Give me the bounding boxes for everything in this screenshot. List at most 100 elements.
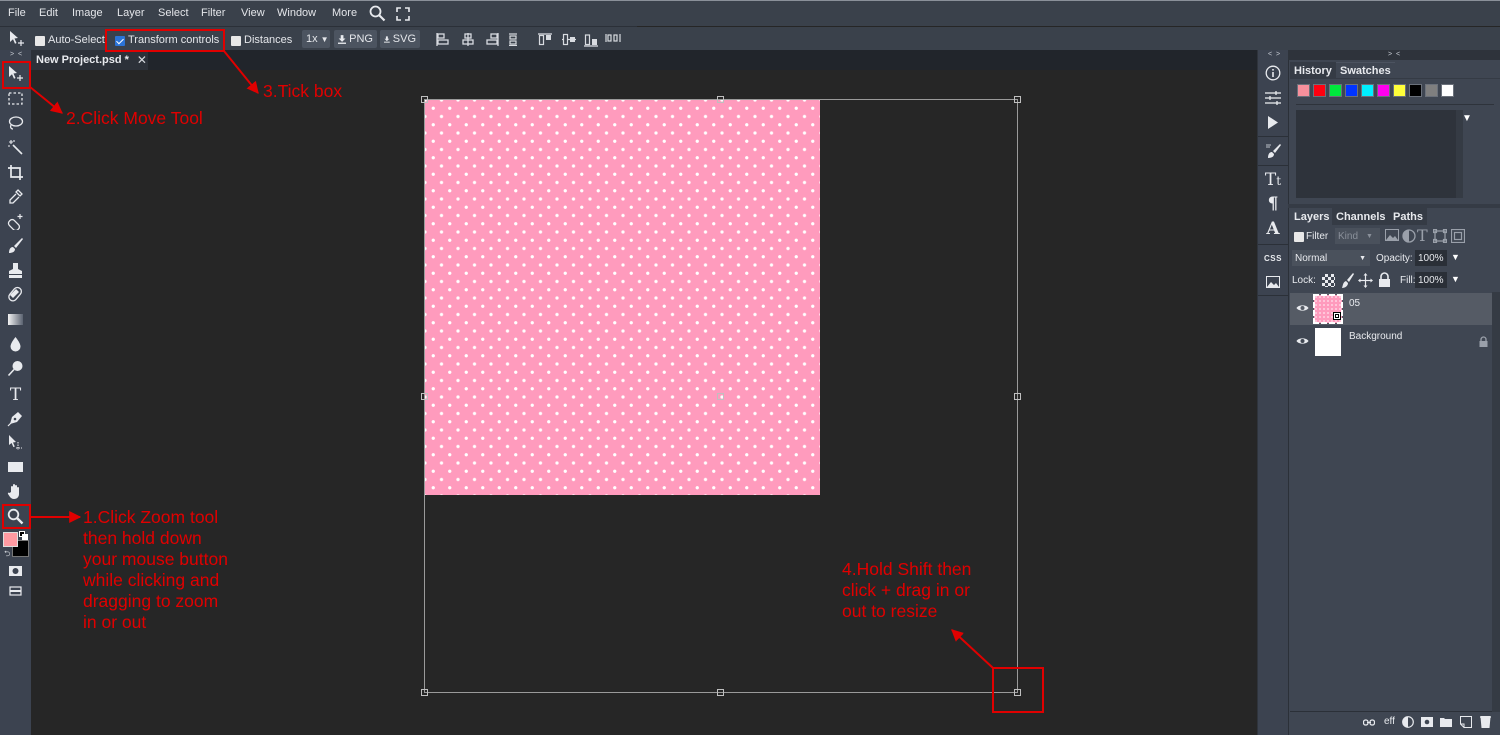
lock-icon	[1479, 336, 1488, 350]
kind-dropdown[interactable]: Kind ▼	[1335, 228, 1380, 244]
annotation-step-2: 2.Click Move Tool	[66, 108, 203, 128]
right-panel-header: > <	[1288, 50, 1500, 60]
opacity-input[interactable]: 100%	[1415, 250, 1447, 266]
new-layer-icon[interactable]	[1460, 716, 1472, 731]
swatch[interactable]	[1377, 84, 1390, 97]
filter-label: Filter	[1306, 231, 1329, 242]
opacity-value: 100%	[1418, 252, 1444, 264]
separator	[1258, 295, 1288, 296]
separator	[1258, 165, 1288, 166]
css-icon[interactable]: CSS	[1258, 246, 1288, 270]
filter-shape-icon[interactable]	[1432, 228, 1448, 246]
swatch[interactable]	[1329, 84, 1342, 97]
separator	[1258, 244, 1288, 245]
layer-name: 05	[1349, 298, 1361, 309]
divider	[1290, 711, 1492, 712]
folder-icon[interactable]	[1440, 717, 1452, 730]
chevron-down-icon: ▼	[1359, 254, 1366, 262]
actions-play-icon[interactable]	[1258, 110, 1288, 134]
filter-text-icon[interactable]: T	[1417, 226, 1428, 245]
filter-image-icon[interactable]	[1385, 229, 1399, 244]
swatch[interactable]	[1441, 84, 1454, 97]
transform-handle-top[interactable]	[717, 96, 724, 103]
layers-scrollbar[interactable]	[1492, 292, 1500, 712]
glyphs-icon[interactable]: A	[1258, 217, 1288, 241]
separator	[1258, 136, 1288, 137]
lock-label: Lock:	[1292, 275, 1316, 286]
layer-row[interactable]: Background	[1290, 326, 1492, 358]
fill-label: Fill:	[1400, 275, 1416, 286]
filter-adjustment-icon[interactable]	[1402, 229, 1416, 246]
swatch[interactable]	[1345, 84, 1358, 97]
annotation-step-4: 4.Hold Shift then click + drag in or out…	[842, 559, 971, 622]
fill-input[interactable]: 100%	[1415, 272, 1447, 288]
annotation-line: then hold down	[83, 528, 202, 548]
collapse-toggle-icon[interactable]: > <	[1388, 51, 1401, 58]
annotation-line: in or out	[83, 612, 147, 632]
eye-icon[interactable]	[1296, 336, 1309, 349]
transform-handle-center[interactable]	[717, 393, 724, 400]
kind-placeholder: Kind	[1338, 230, 1359, 242]
transform-handle-top-left[interactable]	[421, 96, 428, 103]
filter-checkbox[interactable]	[1294, 232, 1304, 242]
swatch[interactable]	[1393, 84, 1406, 97]
transform-handle-bottom[interactable]	[717, 689, 724, 696]
panel-icon-column: < > Tt ¶ A CSS	[1257, 50, 1288, 735]
transform-handle-left[interactable]	[421, 393, 428, 400]
adjustment-layer-icon[interactable]	[1402, 716, 1414, 731]
panel-menu-icon[interactable]: ▼	[1462, 113, 1472, 124]
character-icon[interactable]: Tt	[1258, 168, 1288, 192]
transform-handle-top-right[interactable]	[1014, 96, 1021, 103]
transform-handle-bottom-right[interactable]	[1014, 689, 1021, 696]
brush-settings-icon[interactable]	[1258, 139, 1288, 163]
tab-channels[interactable]: Channels	[1332, 208, 1390, 225]
smart-object-badge-icon	[1333, 312, 1341, 320]
info-icon[interactable]	[1258, 61, 1288, 85]
expand-toggle-icon[interactable]: < >	[1268, 51, 1281, 58]
layer-thumbnail	[1315, 328, 1341, 356]
swatch[interactable]	[1409, 84, 1422, 97]
divider	[1296, 104, 1494, 105]
annotation-line: 1.Click Zoom tool	[83, 507, 219, 527]
lock-paint-icon[interactable]	[1341, 273, 1354, 291]
filter-smart-object-icon[interactable]	[1450, 228, 1466, 246]
adjustments-icon[interactable]	[1258, 86, 1288, 110]
fill-value: 100%	[1418, 274, 1444, 286]
chevron-down-icon: ▼	[1366, 232, 1373, 240]
swatch[interactable]	[1361, 84, 1374, 97]
transform-handle-right[interactable]	[1014, 393, 1021, 400]
effects-icon[interactable]: eff	[1384, 716, 1395, 727]
lock-transparency-icon[interactable]	[1322, 274, 1335, 287]
tab-swatches[interactable]: Swatches	[1336, 62, 1395, 79]
swatch[interactable]	[1313, 84, 1326, 97]
tab-paths[interactable]: Paths	[1389, 208, 1427, 225]
annotation-line: dragging to zoom	[83, 591, 219, 611]
image-icon[interactable]	[1258, 270, 1288, 294]
annotation-line: 4.Hold Shift then	[842, 559, 972, 579]
lock-all-icon[interactable]	[1378, 272, 1391, 290]
mask-icon[interactable]	[1421, 717, 1433, 730]
swatch[interactable]	[1297, 84, 1310, 97]
annotation-step-1: 1.Click Zoom tool then hold down your mo…	[83, 507, 228, 633]
eye-icon[interactable]	[1296, 303, 1309, 316]
tab-layers[interactable]: Layers	[1290, 208, 1334, 225]
fill-slider-toggle-icon[interactable]: ▼	[1451, 274, 1460, 284]
divider	[1290, 78, 1500, 79]
annotation-line: click + drag in or	[842, 580, 970, 600]
opacity-label: Opacity:	[1376, 253, 1413, 264]
transform-handle-bottom-left[interactable]	[421, 689, 428, 696]
paragraph-icon[interactable]: ¶	[1258, 192, 1288, 216]
layer-row[interactable]: 05	[1290, 293, 1492, 325]
tab-history[interactable]: History	[1290, 62, 1336, 79]
blend-mode-dropdown[interactable]: Normal ▼	[1292, 250, 1370, 266]
layer-name: Background	[1349, 331, 1403, 342]
annotation-line: out to resize	[842, 601, 938, 621]
swatch-list-area[interactable]	[1296, 110, 1456, 198]
blend-mode-value: Normal	[1295, 252, 1328, 264]
link-icon[interactable]	[1362, 718, 1376, 729]
swatch[interactable]	[1425, 84, 1438, 97]
annotation-line: your mouse button	[83, 549, 228, 569]
trash-icon[interactable]	[1480, 716, 1491, 731]
opacity-slider-toggle-icon[interactable]: ▼	[1451, 252, 1460, 262]
lock-position-icon[interactable]	[1358, 273, 1373, 291]
